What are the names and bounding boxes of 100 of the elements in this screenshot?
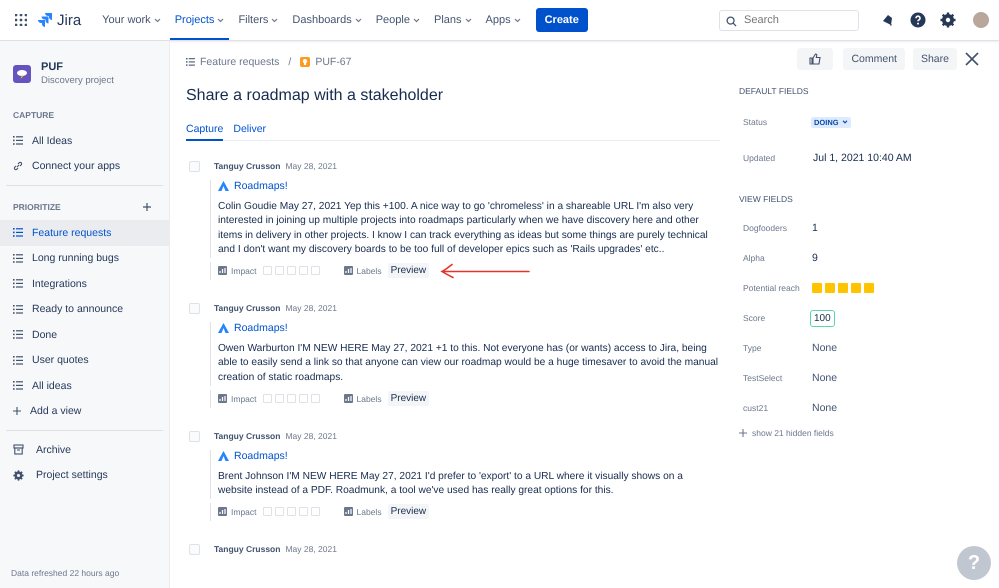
sidebar-item[interactable]: Add a view	[0, 398, 169, 424]
sidebar-item[interactable]: Archive	[0, 437, 169, 462]
add-icon[interactable]	[143, 203, 151, 211]
reach-rating[interactable]	[812, 283, 874, 293]
tab[interactable]: Deliver	[233, 123, 266, 141]
nav-menu[interactable]: Your work	[97, 0, 166, 40]
sidebar-item[interactable]: Ready to announce	[0, 296, 169, 322]
field-label: Alpha	[743, 253, 766, 263]
rating-square	[310, 266, 320, 276]
idea-link[interactable]: Roadmaps!	[234, 322, 288, 334]
thumbs-up-icon	[809, 53, 822, 65]
nav-menu[interactable]: Filters	[233, 0, 284, 40]
sidebar-item[interactable]: User quotes	[0, 348, 169, 373]
sidebar-item[interactable]: All ideas	[0, 373, 169, 398]
field-label: Labels	[356, 266, 382, 276]
comment-date: May 28, 2021	[285, 161, 337, 171]
field-value[interactable]: None	[812, 402, 838, 414]
list-icon	[13, 381, 23, 390]
field-label: Impact	[231, 506, 257, 517]
chart-icon	[344, 266, 353, 276]
create-button[interactable]: Create	[536, 8, 588, 32]
search-field[interactable]: Search	[719, 10, 859, 30]
comment-date: May 28, 2021	[285, 303, 337, 314]
rating-square	[286, 266, 296, 276]
impact-rating[interactable]	[262, 394, 320, 404]
idea-link[interactable]: Roadmaps!	[234, 180, 288, 192]
nav-menu[interactable]: Plans	[428, 0, 477, 40]
idea-link[interactable]: Roadmaps!	[234, 450, 288, 462]
chevron-down-icon	[354, 18, 362, 22]
chart-icon	[344, 394, 353, 404]
comment-author: Tanguy Crusson	[214, 303, 280, 314]
mountain-icon	[218, 322, 229, 333]
section-title: VIEW FIELDS	[739, 194, 794, 204]
field-label: Impact	[231, 394, 257, 404]
issue-key-link[interactable]: PUF-67	[315, 56, 352, 68]
sidebar-item[interactable]: Long running bugs	[0, 246, 169, 271]
tab[interactable]: Capture	[186, 123, 224, 141]
field-value[interactable]: 9	[812, 252, 818, 264]
sidebar-item[interactable]: Project settings	[0, 462, 169, 488]
sidebar-item[interactable]: Connect your apps	[0, 154, 169, 179]
chevron-down-icon	[412, 18, 420, 22]
rating-square	[812, 283, 822, 293]
chart-icon	[218, 507, 227, 516]
checkbox[interactable]	[189, 544, 200, 555]
field-value[interactable]: None	[812, 372, 838, 384]
nav-menu[interactable]: Projects	[170, 0, 230, 40]
help-icon[interactable]	[910, 12, 926, 28]
chart-icon	[218, 266, 227, 276]
close-icon[interactable]	[965, 52, 979, 66]
arrow-annotation-icon	[439, 262, 532, 279]
rating-square	[262, 394, 272, 404]
nav-menu[interactable]: People	[370, 0, 425, 40]
field-value[interactable]: 1	[812, 222, 818, 234]
lightbulb-icon	[300, 57, 310, 67]
section-title: CAPTURE	[13, 110, 54, 120]
user-avatar[interactable]	[973, 12, 989, 28]
comment-author: Tanguy Crusson	[214, 544, 280, 554]
mountain-icon	[218, 450, 229, 461]
comment-button[interactable]: Comment	[843, 48, 905, 70]
chevron-down-icon	[154, 18, 161, 22]
sidebar-item[interactable]: Feature requests	[0, 220, 169, 246]
settings-icon	[13, 470, 24, 481]
list-icon	[13, 228, 23, 238]
field-label: Labels	[356, 394, 382, 404]
sidebar-item[interactable]: Done	[0, 322, 169, 348]
checkbox[interactable]	[189, 160, 200, 172]
field-label: Impact	[231, 266, 257, 276]
sidebar-item[interactable]: Integrations	[0, 271, 169, 296]
section-title: PRIORITIZE	[13, 202, 61, 212]
list-icon	[186, 58, 195, 66]
share-button[interactable]: Share	[912, 48, 957, 70]
score-value: 100	[810, 310, 835, 326]
rating-square	[274, 507, 284, 516]
app-switcher-icon[interactable]	[15, 14, 27, 26]
comment-text: Colin Goudie May 27, 2021 Yep this +100. A nice way to go 'chromeless' in a shareable URL I'm also very interested in joining up multiple projects into roadmaps particularly when we have discovery here and other items in delivery in other projects. I know I can track everything as ideas but some things are purely technical and I don't want my discovery boards to be too full of developer epics such as 'Rails upgrades' etc..	[218, 200, 709, 258]
rating-square	[262, 266, 272, 276]
checkbox[interactable]	[189, 430, 200, 442]
label-tag: Preview	[388, 391, 430, 406]
chevron-down-icon	[271, 18, 278, 22]
sidebar-item[interactable]: All Ideas	[0, 128, 169, 154]
field-value[interactable]: None	[812, 342, 838, 354]
project-avatar-icon	[13, 64, 31, 82]
rating-square	[310, 394, 320, 404]
nav-menu[interactable]: Dashboards	[287, 0, 367, 40]
checkbox[interactable]	[189, 302, 200, 314]
breadcrumb-link[interactable]: Feature requests	[200, 56, 280, 68]
rating-square	[286, 394, 296, 404]
add-icon	[13, 407, 21, 416]
nav-menu[interactable]: Apps	[480, 0, 526, 40]
list-icon	[13, 254, 23, 263]
rating-square	[298, 394, 308, 404]
show-hidden-fields-button[interactable]: show 21 hidden fields	[739, 428, 834, 438]
settings-icon[interactable]	[940, 12, 956, 28]
list-icon	[13, 356, 23, 365]
like-button[interactable]	[797, 48, 834, 70]
impact-rating[interactable]	[262, 266, 320, 276]
rating-square	[825, 283, 835, 293]
comment-author: Tanguy Crusson	[214, 431, 280, 442]
impact-rating[interactable]	[262, 507, 320, 516]
link-icon	[13, 161, 23, 172]
